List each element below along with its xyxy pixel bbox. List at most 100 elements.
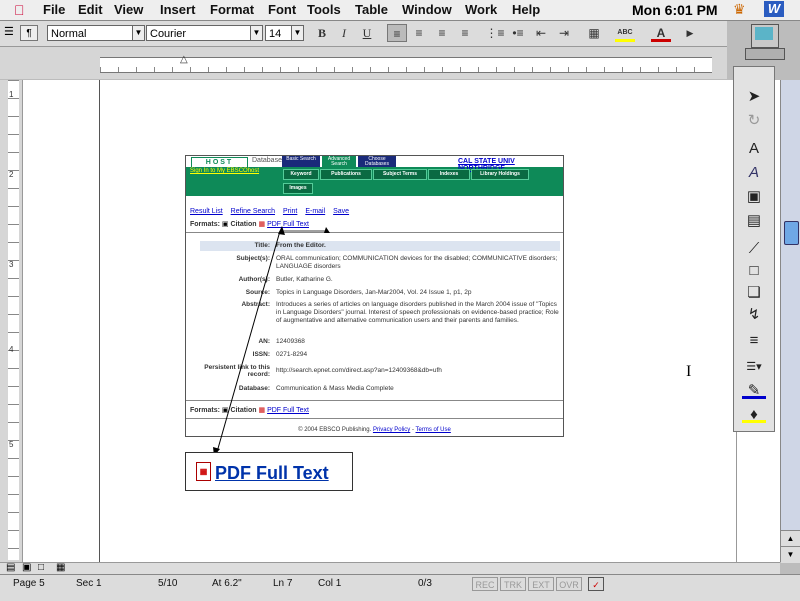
status-bar: Page 5 Sec 1 5/10 At 6.2" Ln 7 Col 1 0/3… (0, 574, 800, 601)
rec-mode[interactable]: REC (472, 577, 498, 591)
align-right-button[interactable]: ≡ (432, 24, 452, 42)
computer-icon[interactable] (733, 22, 797, 64)
menu-bar:  File Edit View Insert Format Font Tool… (0, 0, 800, 21)
font-select-value: Courier (150, 28, 187, 40)
underline-button[interactable]: U (357, 24, 377, 42)
menu-edit[interactable]: Edit (78, 2, 103, 17)
style-palette-icon[interactable]: ¶ (20, 25, 38, 41)
rotate-icon[interactable]: ↻ (742, 111, 766, 131)
shapes-tool-icon[interactable]: ❏ (742, 283, 766, 303)
decrease-indent-button[interactable]: ⇤ (531, 24, 551, 42)
increase-indent-button[interactable]: ⇥ (554, 24, 574, 42)
highlight-button[interactable]: ABC (615, 24, 635, 42)
ebsco-nav-publications[interactable]: Publications (320, 169, 372, 180)
menu-clock[interactable]: Mon 6:01 PM (632, 2, 718, 18)
save-link[interactable]: Save (333, 208, 349, 215)
font-color-button[interactable]: A (651, 24, 671, 42)
pdf-full-text-callout: ▦ PDF Full Text (185, 452, 353, 491)
arrow-pointer-icon[interactable]: ➤ (742, 87, 766, 107)
line-style-icon[interactable]: ≡ (742, 331, 766, 351)
outline-view-icon[interactable]: ▦ (56, 562, 65, 573)
drawing-palette: ➤ ↻ A A ▣ ▤ ⟋ □ ❏ ↯ ≡ ☰▾ ✎ ♦ (733, 66, 775, 432)
justify-button[interactable]: ≡ (455, 24, 475, 42)
scroll-down-icon[interactable]: ▼ (781, 546, 800, 563)
font-size-select[interactable]: 14 ▼ (265, 25, 304, 41)
align-center-button[interactable]: ≡ (409, 24, 429, 42)
wordart-icon[interactable]: A (742, 163, 766, 183)
ebsco-signin-link[interactable]: Sign In to My EBSCOhost (190, 168, 259, 174)
menu-table[interactable]: Table (355, 2, 388, 17)
status-position: At 6.2" (212, 578, 242, 589)
ovr-mode[interactable]: OVR (556, 577, 582, 591)
numbered-list-button[interactable]: ⋮≡ (485, 24, 505, 42)
email-link[interactable]: E-mail (305, 208, 325, 215)
toolbar-grip-icon[interactable]: ☰ (4, 25, 14, 39)
free-rotate-icon[interactable]: ↯ (742, 305, 766, 325)
borders-button[interactable]: ▦ (584, 24, 604, 42)
insert-picture-icon[interactable]: ▣ (742, 187, 766, 207)
ebsco-tab-advanced-search[interactable]: Advanced Search (322, 156, 356, 167)
ebsco-nav-subject-terms[interactable]: Subject Terms (373, 169, 427, 180)
scroll-up-icon[interactable]: ▲ (781, 530, 800, 547)
menu-work[interactable]: Work (465, 2, 497, 17)
menu-insert[interactable]: Insert (160, 2, 195, 17)
bulleted-list-button[interactable]: •≡ (508, 24, 528, 42)
menu-view[interactable]: View (114, 2, 143, 17)
indent-marker-icon[interactable]: △ (180, 54, 188, 65)
ebsco-nav-keyword[interactable]: Keyword (283, 169, 319, 180)
vertical-scrollbar[interactable]: ▲ ▼ (780, 80, 800, 563)
pdf-full-text-link[interactable]: PDF Full Text (267, 407, 309, 414)
italic-button[interactable]: I (334, 24, 354, 42)
online-view-icon[interactable]: ▣ (22, 562, 31, 573)
ebsco-nav-images[interactable]: Images (283, 183, 313, 194)
apple-icon[interactable]:  (14, 2, 25, 18)
status-column: Col 1 (318, 578, 342, 589)
terms-of-use-link[interactable]: Terms of Use (416, 427, 451, 433)
bold-button[interactable]: B (312, 24, 332, 42)
menu-font[interactable]: Font (268, 2, 296, 17)
line-tool-icon[interactable]: ⟋ (742, 239, 766, 259)
pdf-icon: ▦ (258, 221, 266, 228)
ibeam-cursor-icon: I (686, 363, 692, 380)
menu-format[interactable]: Format (210, 2, 254, 17)
normal-view-icon[interactable]: ▤ (6, 562, 15, 573)
menu-tools[interactable]: Tools (307, 2, 341, 17)
status-line: Ln 7 (273, 578, 293, 589)
line-color-icon[interactable]: ☰▾ (742, 357, 766, 377)
ext-mode[interactable]: EXT (528, 577, 554, 591)
align-left-button[interactable]: ≡ (387, 24, 407, 42)
font-select[interactable]: Courier ▼ (146, 25, 263, 41)
citation-link[interactable]: Citation (230, 407, 256, 414)
trk-mode[interactable]: TRK (500, 577, 526, 591)
word-app-icon[interactable]: W (764, 1, 784, 17)
menu-window[interactable]: Window (402, 2, 452, 17)
ebsco-nav-library-holdings[interactable]: Library Holdings (471, 169, 529, 180)
refine-search-link[interactable]: Refine Search (231, 208, 275, 215)
app-switcher-icon[interactable]: ♛ (733, 1, 746, 18)
ebsco-tab-choose-databases[interactable]: Choose Databases (358, 156, 396, 167)
menu-file[interactable]: File (43, 2, 65, 17)
rectangle-tool-icon[interactable]: □ (742, 261, 766, 281)
result-list-link[interactable]: Result List (190, 208, 223, 215)
embedded-ebsco-screenshot[interactable]: HOST Databases Basic Search Advanced Sea… (185, 155, 564, 437)
citation-link[interactable]: Citation (230, 221, 256, 228)
ebsco-tab-basic-search[interactable]: Basic Search (282, 156, 320, 167)
pdf-full-text-link[interactable]: PDF Full Text (267, 221, 309, 228)
menu-help[interactable]: Help (512, 2, 540, 17)
page-view-icon[interactable]: □ (38, 562, 44, 573)
divider (186, 418, 563, 419)
chart-icon[interactable]: ▤ (742, 211, 766, 231)
privacy-policy-link[interactable]: Privacy Policy (373, 427, 410, 433)
ebsco-nav-indexes[interactable]: Indexes (428, 169, 470, 180)
pdf-full-text-callout-label[interactable]: PDF Full Text (215, 463, 329, 484)
vruler-number: 1 (9, 90, 14, 99)
horizontal-ruler[interactable]: △ (0, 47, 727, 79)
scroll-thumb[interactable] (784, 221, 799, 245)
print-link[interactable]: Print (283, 208, 297, 215)
text-box-icon[interactable]: A (742, 139, 766, 159)
fill-color-icon[interactable]: ♦ (742, 405, 766, 423)
style-select[interactable]: Normal ▼ (47, 25, 145, 41)
more-tools-icon[interactable]: ▶ (680, 24, 700, 42)
spelling-status-icon[interactable]: ✓ (588, 577, 604, 591)
line-color-picker-icon[interactable]: ✎ (742, 381, 766, 399)
